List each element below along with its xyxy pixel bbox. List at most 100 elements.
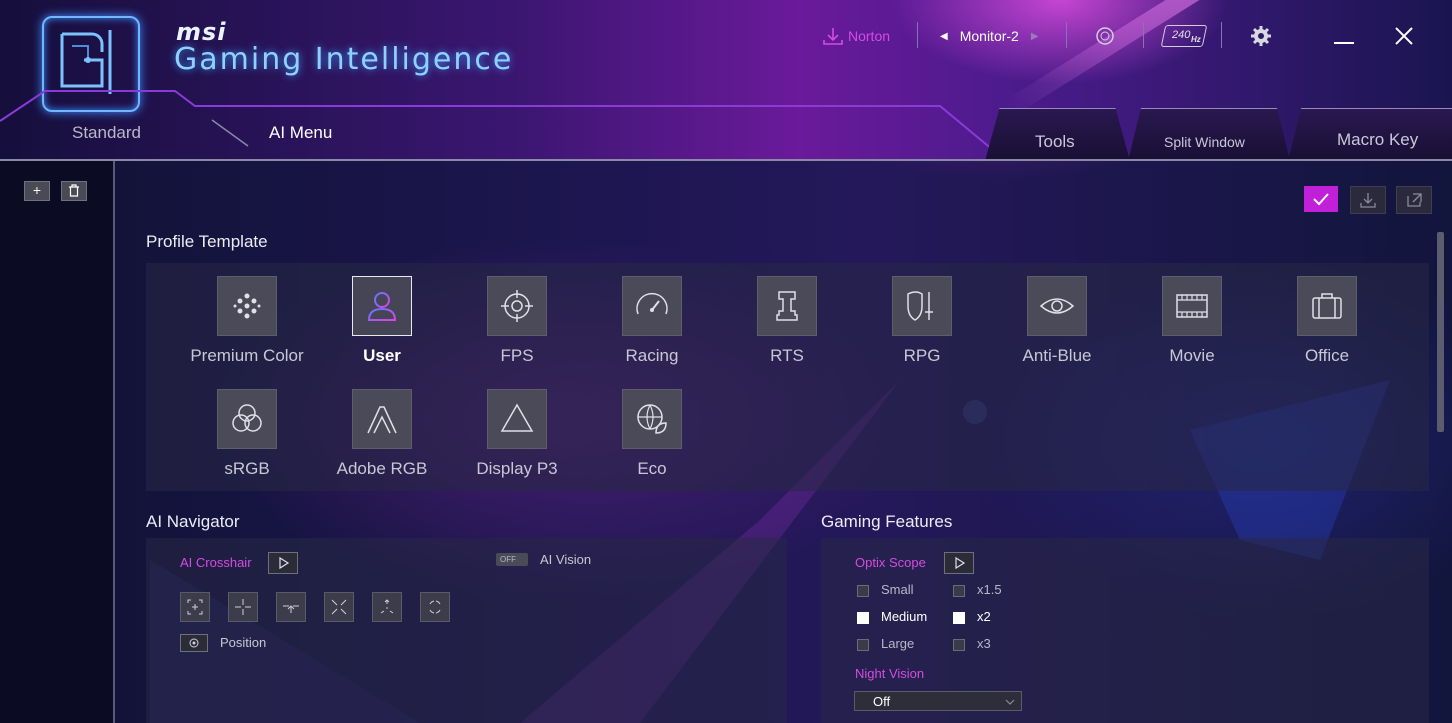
delete-button[interactable] bbox=[61, 181, 87, 201]
minimize-icon bbox=[1334, 42, 1354, 44]
film-icon bbox=[1162, 276, 1222, 336]
zoom-checkbox[interactable] bbox=[953, 585, 965, 597]
profile-tile-anti-blue[interactable]: Anti-Blue bbox=[997, 276, 1117, 366]
user-icon bbox=[352, 276, 412, 336]
ai-crosshair-play-button[interactable] bbox=[268, 552, 298, 574]
chevron-left-icon[interactable]: ◀ bbox=[940, 31, 948, 42]
size-label: Medium bbox=[881, 609, 928, 624]
profile-tile-racing[interactable]: Racing bbox=[592, 276, 712, 366]
download-icon bbox=[1360, 193, 1376, 208]
profile-tile-rpg[interactable]: RPG bbox=[862, 276, 982, 366]
target-icon bbox=[189, 638, 199, 648]
profile-tile-premium-color[interactable]: Premium Color bbox=[187, 276, 307, 366]
profile-tile-fps[interactable]: FPS bbox=[457, 276, 577, 366]
size-checkbox[interactable] bbox=[857, 612, 869, 624]
scrollbar[interactable] bbox=[1437, 232, 1444, 432]
profile-tile-label: Eco bbox=[637, 459, 667, 478]
chevron-down-icon bbox=[1005, 699, 1015, 705]
size-label: Small bbox=[881, 582, 914, 597]
profile-tile-adobe-rgb[interactable]: Adobe RGB bbox=[322, 389, 442, 479]
eye-icon bbox=[1027, 276, 1087, 336]
crosshair-style-5[interactable] bbox=[372, 592, 402, 622]
close-button[interactable] bbox=[1394, 24, 1414, 48]
night-vision-value: Off bbox=[873, 694, 891, 709]
profile-tile-office[interactable]: Office bbox=[1267, 276, 1387, 366]
shield-sword-icon bbox=[892, 276, 952, 336]
tab-split-window[interactable]: Split Window bbox=[1128, 108, 1290, 161]
norton-label: Norton bbox=[848, 28, 891, 44]
refresh-rate-button[interactable]: 240 Hz bbox=[1160, 24, 1208, 48]
export-button[interactable] bbox=[1396, 186, 1432, 214]
briefcase-icon bbox=[1297, 276, 1357, 336]
optix-scope-play-button[interactable] bbox=[944, 552, 974, 574]
tab-standard[interactable]: Standard bbox=[72, 123, 141, 143]
tab-tools-label: Tools bbox=[1035, 132, 1075, 151]
ai-vision-toggle[interactable]: OFF bbox=[496, 553, 528, 566]
ai-vision-toggle-state: OFF bbox=[500, 555, 516, 564]
tab-macro-key-label: Macro Key bbox=[1337, 130, 1419, 149]
size-checkbox[interactable] bbox=[857, 639, 869, 651]
ai-vision-label: AI Vision bbox=[540, 552, 592, 567]
ai-navigator-title: AI Navigator bbox=[146, 512, 240, 531]
external-link-icon bbox=[1407, 193, 1422, 207]
gaming-features-title: Gaming Features bbox=[821, 512, 953, 531]
tab-underline bbox=[0, 159, 1452, 161]
zoom-checkbox[interactable] bbox=[953, 612, 965, 624]
tab-macro-key[interactable]: Macro Key bbox=[1288, 108, 1452, 161]
check-icon bbox=[1313, 193, 1329, 206]
chevron-right-icon[interactable]: ▶ bbox=[1031, 31, 1039, 42]
premium-color-icon bbox=[217, 276, 277, 336]
profile-tile-label: RPG bbox=[903, 346, 941, 365]
profile-tile-label: FPS bbox=[500, 346, 534, 365]
night-vision-select[interactable]: Off bbox=[854, 691, 1022, 711]
crosshair-style-6[interactable] bbox=[420, 592, 450, 622]
settings-button[interactable] bbox=[1250, 24, 1272, 48]
profile-tile-movie[interactable]: Movie bbox=[1132, 276, 1252, 366]
triangle-icon bbox=[487, 389, 547, 449]
profile-list-panel bbox=[0, 161, 115, 723]
ai-crosshair-label: AI Crosshair bbox=[180, 555, 252, 570]
profile-tile-eco[interactable]: Eco bbox=[592, 389, 712, 479]
size-checkbox[interactable] bbox=[857, 585, 869, 597]
position-button[interactable] bbox=[180, 634, 208, 652]
profile-tile-label: sRGB bbox=[224, 459, 270, 478]
refresh-rate-value: 240 bbox=[1172, 29, 1191, 41]
plus-icon: + bbox=[32, 182, 42, 198]
profile-tile-label: Display P3 bbox=[476, 459, 558, 478]
monitor-label: Monitor-2 bbox=[959, 28, 1019, 44]
profile-tile-label: Racing bbox=[625, 346, 679, 365]
zoom-checkbox[interactable] bbox=[953, 639, 965, 651]
divider bbox=[1066, 22, 1067, 48]
monitor-selector[interactable]: ◀ Monitor-2 ▶ bbox=[940, 24, 1039, 48]
rgb-button[interactable] bbox=[1095, 24, 1115, 48]
apply-button[interactable] bbox=[1304, 186, 1338, 212]
tab-outline bbox=[0, 90, 1006, 161]
position-label: Position bbox=[220, 635, 267, 650]
profile-tile-display-p3[interactable]: Display P3 bbox=[457, 389, 577, 479]
crosshair-style-2[interactable] bbox=[228, 592, 258, 622]
rgb-circles-icon bbox=[217, 389, 277, 449]
zoom-label: x3 bbox=[977, 636, 991, 651]
crosshair-cross-icon bbox=[235, 599, 251, 615]
profile-tile-label: Anti-Blue bbox=[1022, 346, 1092, 365]
crosshair-style-4[interactable] bbox=[324, 592, 354, 622]
minimize-button[interactable] bbox=[1334, 24, 1354, 48]
optix-scope-label: Optix Scope bbox=[855, 555, 926, 570]
profile-tile-rts[interactable]: RTS bbox=[727, 276, 847, 366]
import-button[interactable] bbox=[1350, 186, 1386, 214]
tab-ai-menu[interactable]: AI Menu bbox=[269, 123, 332, 143]
zoom-label: x2 bbox=[977, 609, 991, 624]
profile-tile-user[interactable]: User bbox=[322, 276, 442, 366]
play-icon bbox=[279, 556, 290, 570]
crosshair-triangle-icon bbox=[380, 599, 394, 614]
profile-tile-srgb[interactable]: sRGB bbox=[187, 389, 307, 479]
profile-tile-label: Movie bbox=[1169, 346, 1215, 365]
tab-tools[interactable]: Tools bbox=[985, 108, 1130, 161]
profile-template-title: Profile Template bbox=[146, 232, 268, 251]
add-button[interactable]: + bbox=[24, 181, 50, 201]
crosshair-style-1[interactable] bbox=[180, 592, 210, 622]
divider bbox=[1143, 22, 1144, 48]
crosshair-style-3[interactable] bbox=[276, 592, 306, 622]
norton-button[interactable]: Norton bbox=[822, 24, 890, 48]
globe-leaf-icon bbox=[622, 389, 682, 449]
